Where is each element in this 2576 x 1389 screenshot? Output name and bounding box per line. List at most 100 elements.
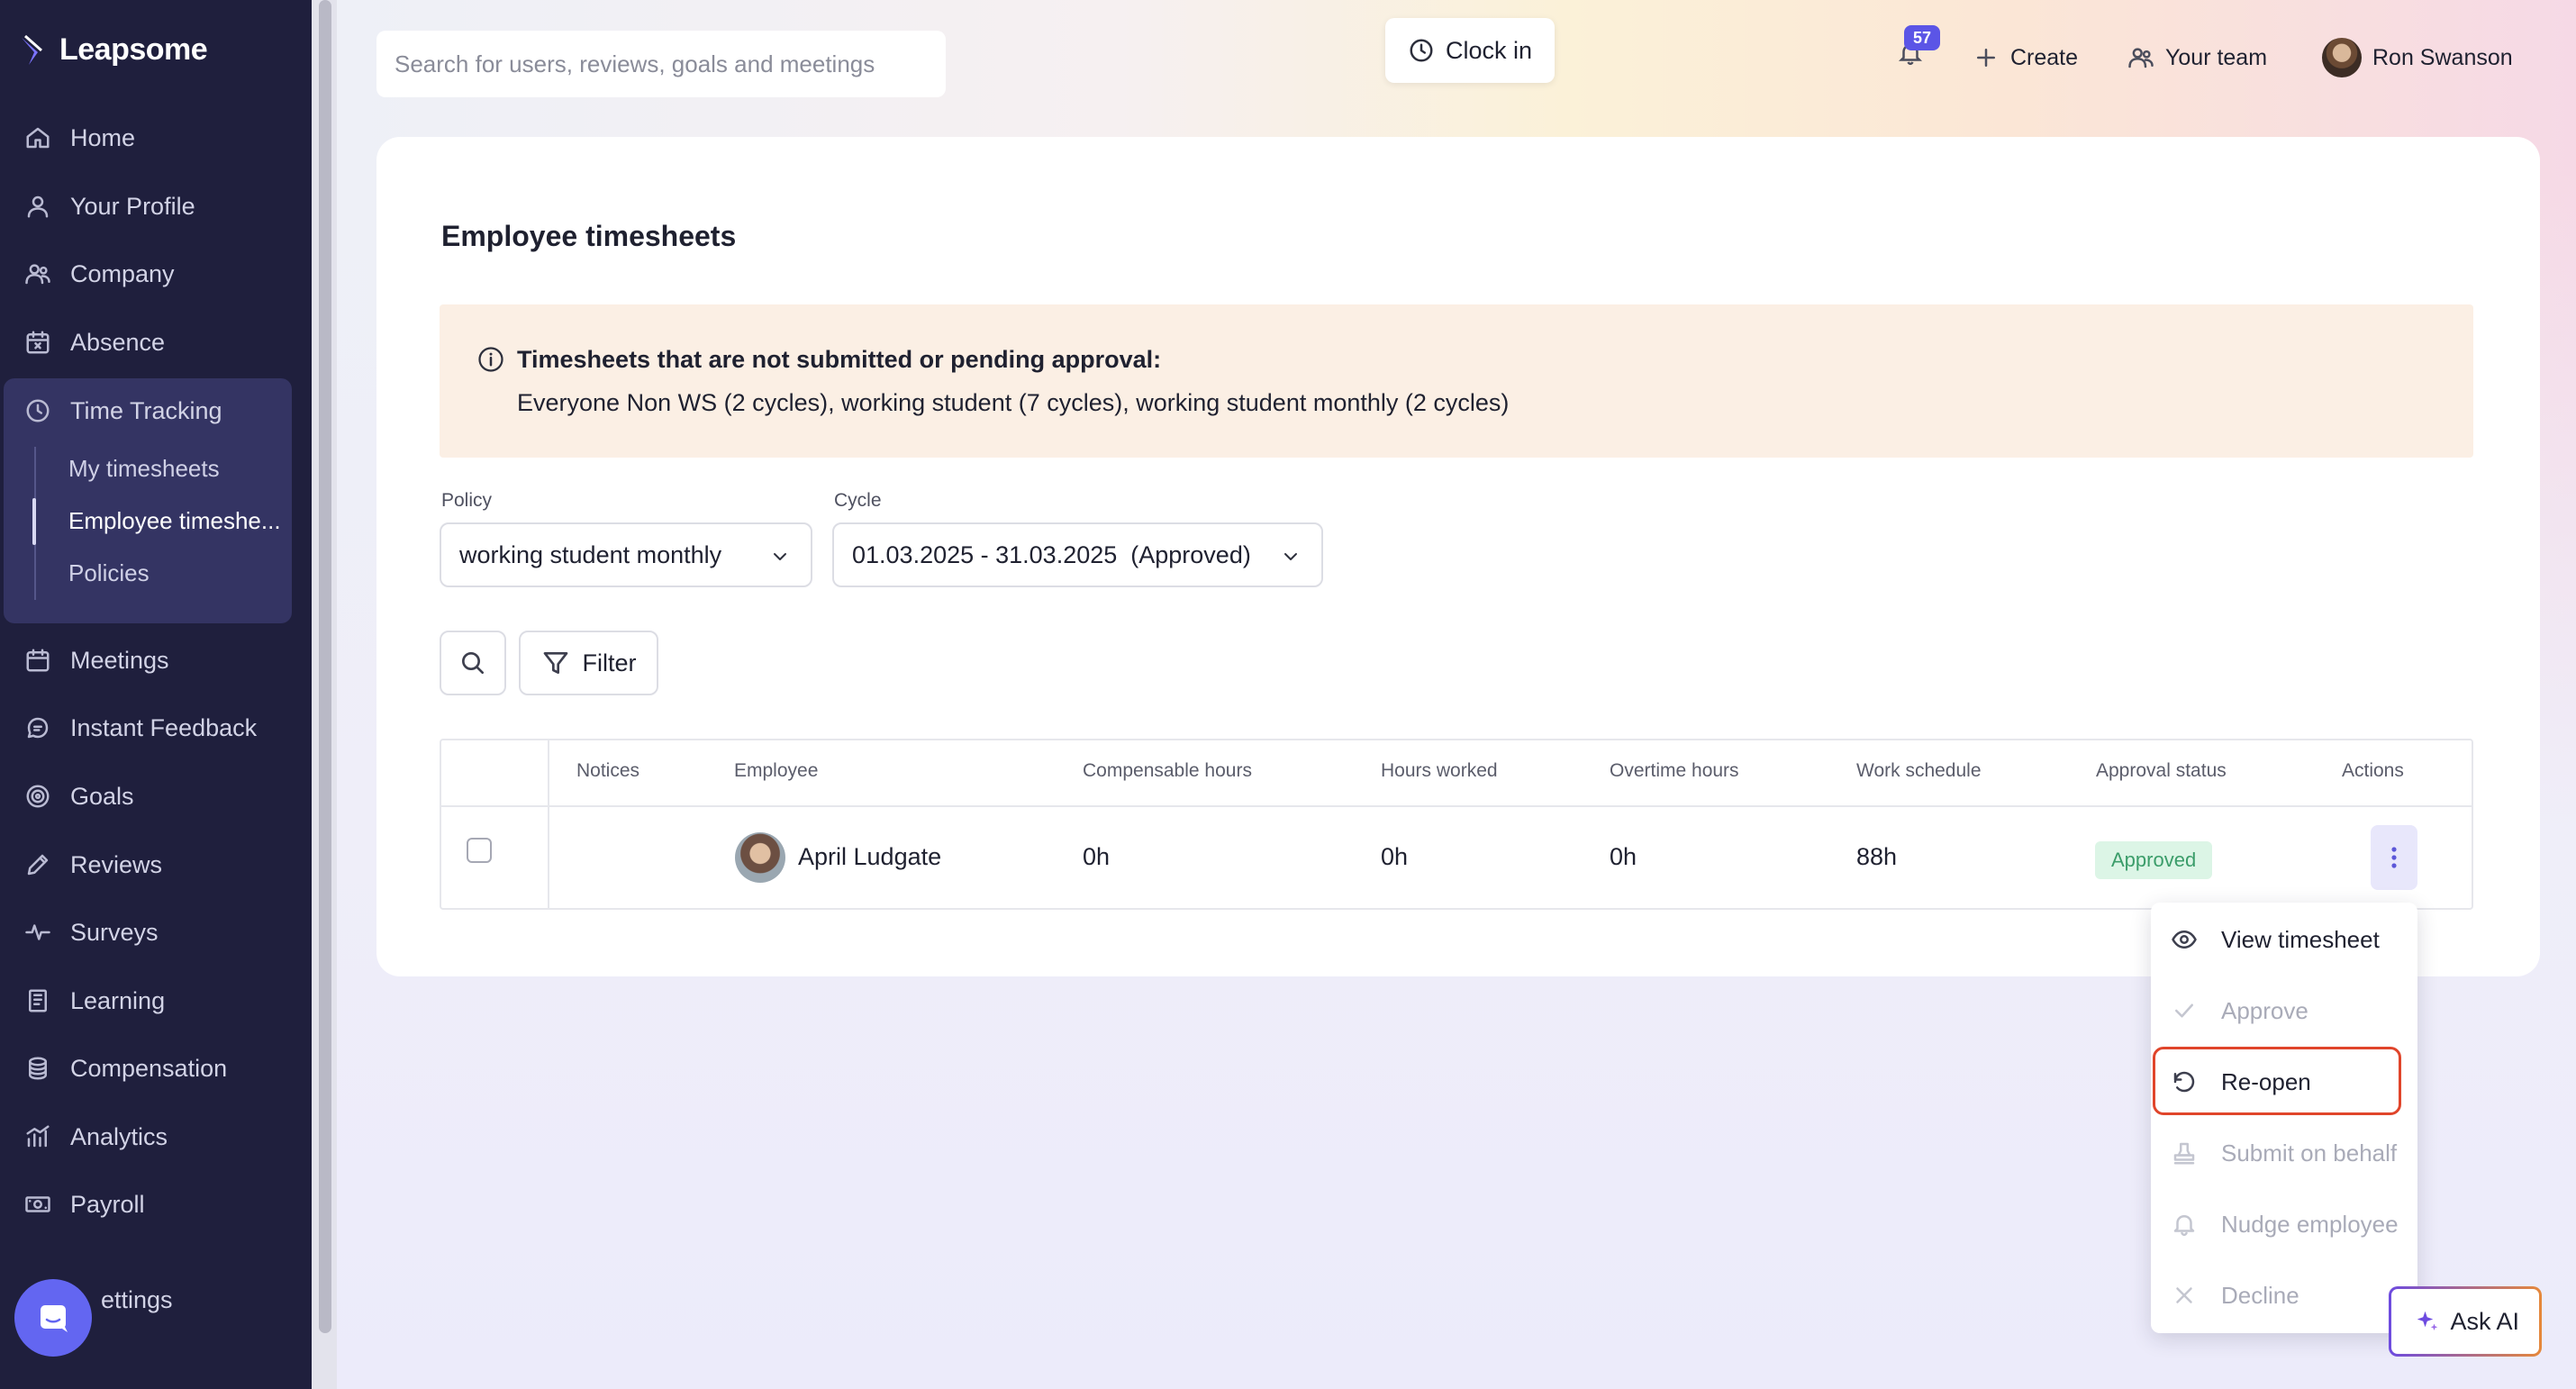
sidebar-item-label: Reviews	[70, 850, 163, 878]
column-header-compensable-hours[interactable]: Compensable hours	[1083, 760, 1252, 782]
reopen-highlight-outline	[2153, 1047, 2401, 1115]
sidebar-item-surveys[interactable]: Surveys	[23, 910, 159, 955]
sidebar-item-instant-feedback[interactable]: Instant Feedback	[23, 705, 257, 750]
chat-bubble-icon	[41, 1305, 68, 1332]
page-title: Employee timesheets	[441, 220, 737, 252]
sidebar-item-home[interactable]: Home	[23, 115, 135, 160]
home-icon	[23, 123, 52, 152]
plus-icon	[1977, 49, 1995, 67]
sidebar-item-your-profile[interactable]: Your Profile	[23, 184, 195, 229]
sidebar-subitem-label: Employee timeshe...	[68, 506, 281, 534]
menu-item-label: Submit on behalf	[2221, 1139, 2398, 1167]
sidebar-item-label: Payroll	[70, 1190, 145, 1218]
notification-count-badge: 57	[1904, 25, 1940, 50]
menu-item-decline: Decline	[2171, 1264, 2401, 1327]
your-team-button[interactable]: Your team	[2127, 40, 2267, 76]
column-header-hours-worked[interactable]: Hours worked	[1381, 760, 1498, 782]
table-search-button[interactable]	[440, 631, 506, 695]
menu-item-view-timesheet[interactable]: View timesheet	[2171, 908, 2401, 971]
column-header-approval-status[interactable]: Approval status	[2096, 760, 2227, 782]
sidebar: Leapsome Home Your Profile Company Absen…	[0, 0, 312, 1389]
sidebar-subitem-policies[interactable]: Policies	[68, 555, 150, 591]
coins-icon	[23, 1054, 52, 1083]
check-icon	[2175, 1003, 2193, 1018]
book-icon	[23, 986, 52, 1015]
cycle-value: 01.03.2025 - 31.03.2025 (Approved)	[852, 540, 1251, 568]
target-icon	[23, 782, 52, 811]
filter-button[interactable]: Filter	[519, 631, 658, 695]
info-icon	[478, 347, 503, 372]
ask-ai-button[interactable]: Ask AI	[2389, 1286, 2542, 1357]
calendar-icon	[23, 646, 52, 675]
menu-item-nudge-employee: Nudge employee	[2171, 1193, 2401, 1256]
sidebar-item-time-tracking[interactable]: Time Tracking	[23, 388, 222, 433]
leapsome-logo[interactable]: Leapsome	[20, 32, 208, 68]
pulse-icon	[23, 918, 52, 947]
sidebar-item-label: Compensation	[70, 1054, 228, 1082]
hours-worked-value: 0h	[1381, 843, 1409, 870]
menu-item-label: Approve	[2221, 996, 2308, 1024]
submenu-active-indicator	[32, 498, 36, 545]
column-header-notices[interactable]: Notices	[576, 760, 639, 782]
row-actions-button[interactable]	[2371, 825, 2417, 890]
sidebar-item-meetings[interactable]: Meetings	[23, 638, 169, 683]
brand-name: Leapsome	[59, 32, 208, 67]
calendar-x-icon	[23, 328, 52, 357]
chevron-down-icon	[1284, 553, 1297, 560]
create-button[interactable]: Create	[1973, 40, 2078, 76]
sidebar-item-label: Meetings	[70, 646, 169, 674]
menu-item-label: Decline	[2221, 1281, 2299, 1309]
sidebar-item-absence[interactable]: Absence	[23, 320, 165, 365]
menu-item-submit-on-behalf: Submit on behalf	[2171, 1121, 2401, 1185]
sidebar-item-analytics[interactable]: Analytics	[23, 1114, 168, 1159]
bell-icon	[2173, 1215, 2195, 1237]
column-header-actions: Actions	[2342, 760, 2404, 781]
sidebar-item-learning[interactable]: Learning	[23, 978, 165, 1023]
sidebar-item-goals[interactable]: Goals	[23, 774, 134, 819]
chat-icon	[23, 713, 52, 742]
notice-body: Everyone Non WS (2 cycles), working stud…	[517, 389, 1510, 416]
avatar	[735, 832, 785, 883]
sidebar-item-label: Absence	[70, 328, 166, 356]
pen-icon	[23, 850, 52, 879]
sidebar-item-payroll[interactable]: Payroll	[23, 1182, 145, 1227]
eye-icon	[2172, 931, 2197, 949]
user-menu-button[interactable]: Ron Swanson	[2322, 36, 2513, 79]
sidebar-subitem-label: Policies	[68, 558, 150, 586]
sidebar-item-label: Learning	[70, 986, 166, 1014]
employee-name[interactable]: April Ludgate	[798, 843, 941, 871]
stamp-icon	[2173, 1142, 2195, 1165]
policy-select[interactable]: working student monthly	[440, 522, 812, 587]
notice-title: Timesheets that are not submitted or pen…	[517, 346, 1162, 373]
column-header-employee[interactable]: Employee	[734, 760, 818, 782]
column-header-overtime-hours[interactable]: Overtime hours	[1610, 760, 1739, 782]
sidebar-item-label: ettings	[101, 1285, 173, 1313]
support-chat-button[interactable]	[14, 1279, 92, 1357]
users-icon	[23, 259, 52, 288]
cycle-label: Cycle	[834, 490, 882, 511]
filter-icon	[543, 652, 567, 674]
sidebar-subitem-employee-timesheets[interactable]: Employee timeshe...	[68, 503, 281, 539]
cycle-select[interactable]: 01.03.2025 - 31.03.2025 (Approved)	[832, 522, 1323, 587]
sidebar-item-settings[interactable]: ettings	[101, 1277, 173, 1322]
menu-item-approve: Approve	[2171, 979, 2401, 1042]
menu-item-label: Nudge employee	[2221, 1210, 2399, 1238]
money-icon	[23, 1190, 52, 1219]
your-team-label: Your team	[2165, 44, 2268, 70]
sidebar-item-company[interactable]: Company	[23, 251, 175, 296]
sidebar-item-reviews[interactable]: Reviews	[23, 842, 162, 887]
column-header-work-schedule[interactable]: Work schedule	[1856, 760, 1982, 782]
overtime-hours-value: 0h	[1610, 843, 1637, 870]
clock-in-button[interactable]: Clock in	[1385, 18, 1555, 83]
sidebar-scrollbar-thumb[interactable]	[319, 0, 331, 1333]
table-header-divider	[440, 805, 2473, 807]
users-icon	[2128, 48, 2154, 68]
sidebar-item-compensation[interactable]: Compensation	[23, 1046, 227, 1091]
row-select-checkbox[interactable]	[467, 838, 492, 863]
sidebar-subitem-my-timesheets[interactable]: My timesheets	[68, 450, 220, 486]
menu-item-label: View timesheet	[2221, 925, 2380, 953]
filter-label: Filter	[582, 649, 637, 676]
create-label: Create	[2010, 44, 2079, 70]
search-placeholder: Search for users, reviews, goals and mee…	[395, 50, 875, 77]
search-input[interactable]: Search for users, reviews, goals and mee…	[376, 31, 946, 97]
